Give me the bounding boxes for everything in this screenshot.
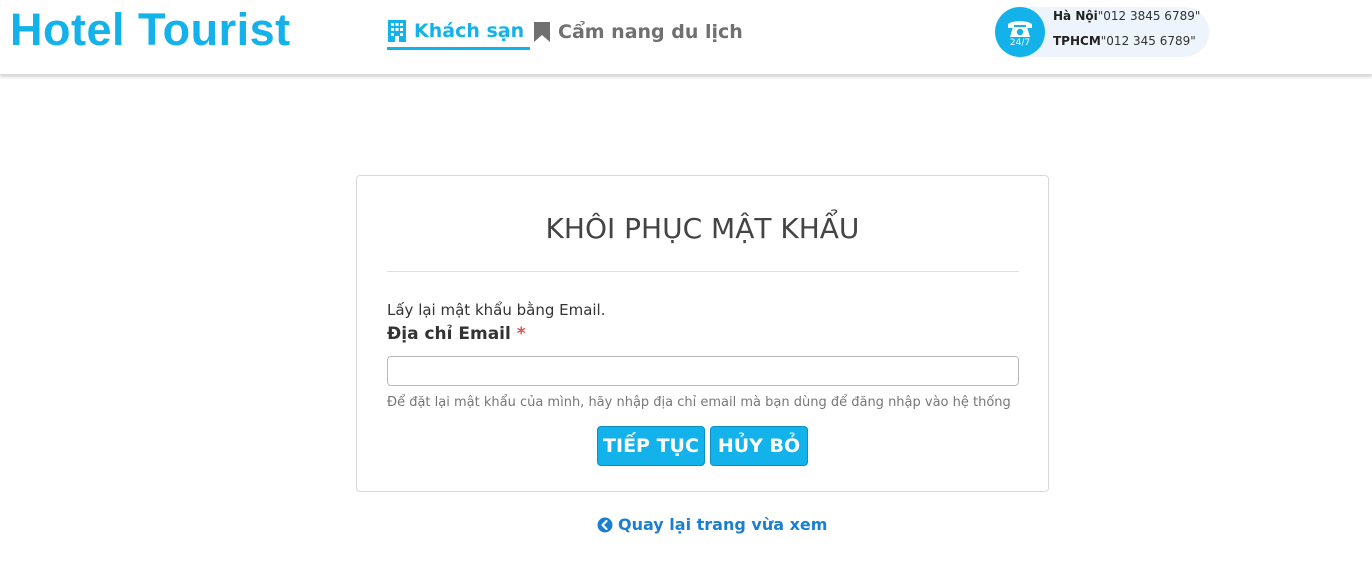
arrow-circle-left-icon <box>597 517 613 532</box>
nav-guide-label: Cẩm nang du lịch <box>558 21 743 43</box>
back-link[interactable]: Quay lại trang vừa xem <box>597 515 827 534</box>
hcm-label: TPHCM <box>1053 34 1101 48</box>
contact-hcm: TPHCM"012 345 6789" <box>1053 34 1196 48</box>
hotline-badge[interactable]: 24/7 <box>995 7 1045 57</box>
nav-hotels-label: Khách sạn <box>414 19 525 42</box>
required-mark: * <box>516 324 526 344</box>
contact-hanoi: Hà Nội"012 3845 6789" <box>1053 9 1200 23</box>
email-label: Địa chỉ Email * <box>387 324 526 344</box>
continue-button[interactable]: TIẾP TỤC <box>597 426 705 466</box>
site-header: Hotel Tourist Khách sạn Cẩm nang du lịch <box>0 0 1372 75</box>
hanoi-label: Hà Nội <box>1053 9 1098 23</box>
email-field[interactable] <box>387 356 1019 386</box>
contact-hotline: 24/7 Hà Nội"012 3845 6789" TPHCM"012 345… <box>995 7 1209 57</box>
hcm-phone[interactable]: "012 345 6789" <box>1101 34 1196 48</box>
nav-item-travel-guide[interactable]: Cẩm nang du lịch <box>533 14 743 50</box>
building-icon <box>388 19 406 42</box>
page-title: KHÔI PHỤC MẬT KHẨU <box>545 212 860 245</box>
intro-text: Lấy lại mật khẩu bằng Email. <box>387 301 606 319</box>
back-link-label: Quay lại trang vừa xem <box>618 515 828 534</box>
help-text: Để đặt lại mật khẩu của mình, hãy nhập đ… <box>387 395 1011 410</box>
title-divider <box>387 271 1019 272</box>
phone-icon <box>1008 20 1032 37</box>
email-label-text: Địa chỉ Email <box>387 324 511 344</box>
hotline-24-7-label: 24/7 <box>1009 37 1031 48</box>
hanoi-phone[interactable]: "012 3845 6789" <box>1098 9 1201 23</box>
cancel-button[interactable]: HỦY BỎ <box>710 426 808 466</box>
password-recovery-card: KHÔI PHỤC MẬT KHẨU Lấy lại mật khẩu bằng… <box>356 175 1049 492</box>
bookmark-icon <box>534 22 550 42</box>
nav-item-hotels[interactable]: Khách sạn <box>387 14 531 50</box>
brand-logo[interactable]: Hotel Tourist <box>10 4 291 56</box>
